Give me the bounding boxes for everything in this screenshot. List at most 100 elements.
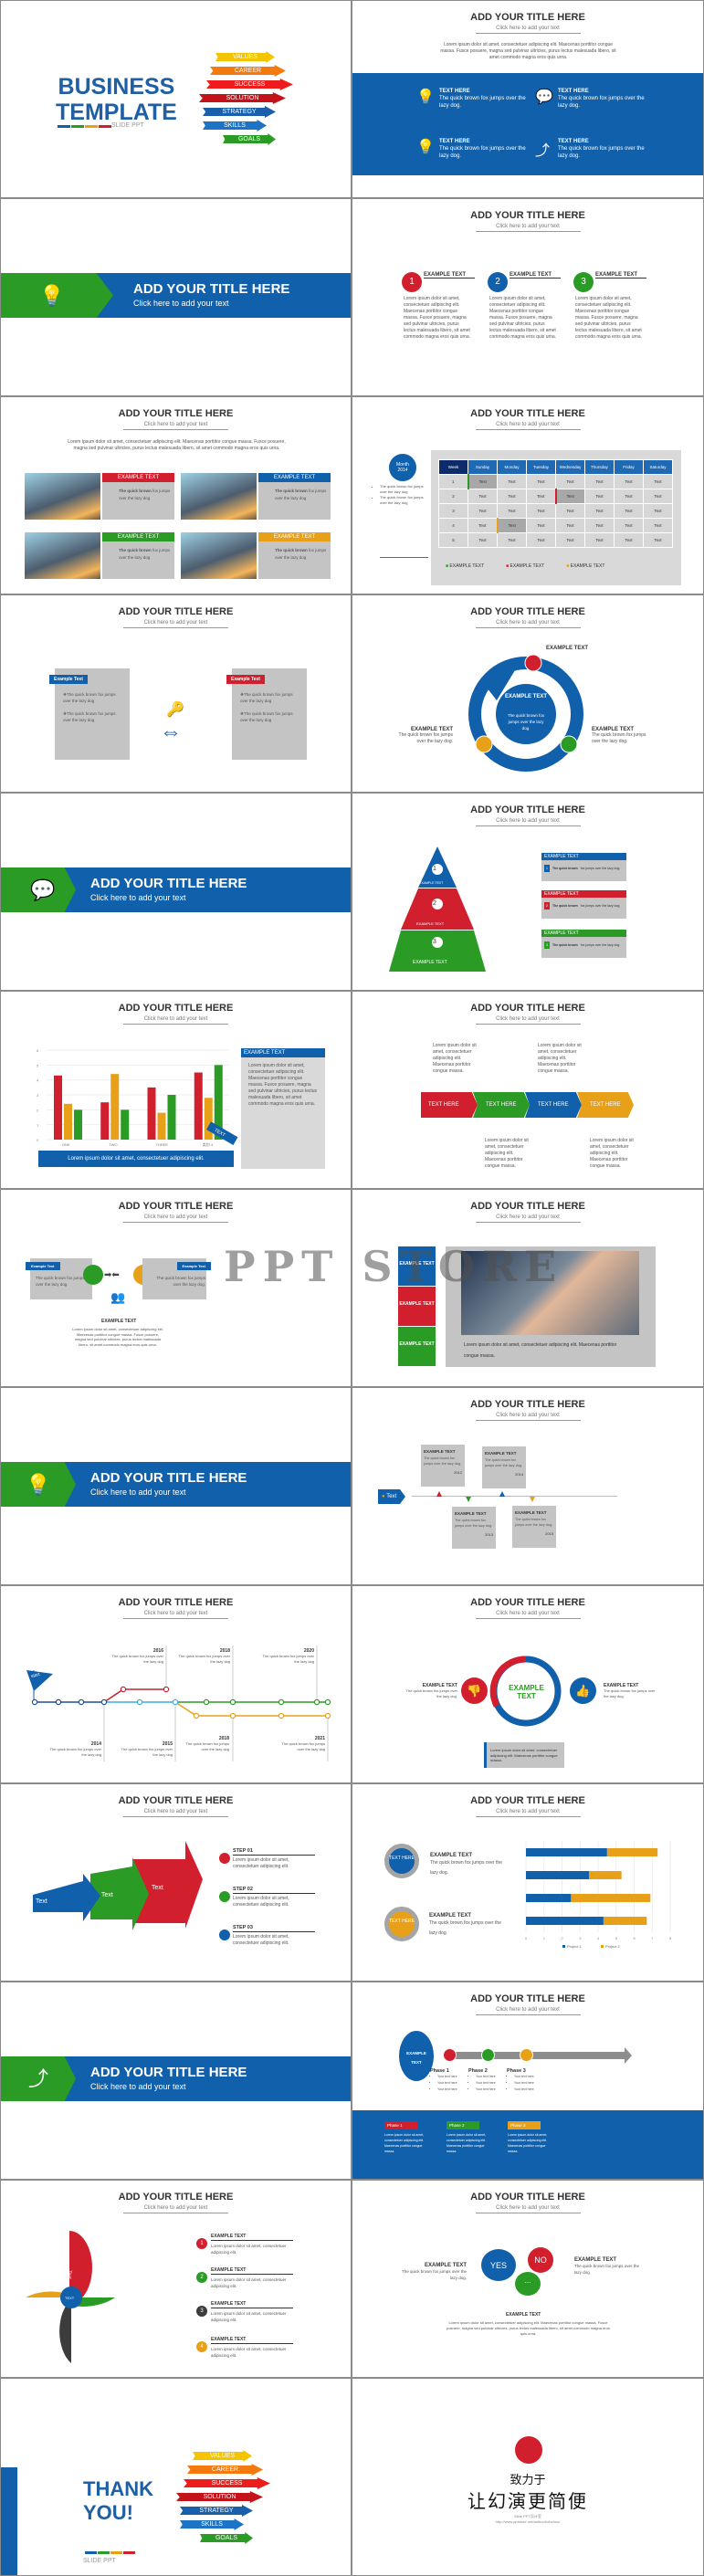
- eiffel-photo: [25, 473, 100, 520]
- month-badge: Month 2014: [389, 454, 416, 481]
- calendar-cell[interactable]: Text: [555, 474, 585, 489]
- calendar-cell[interactable]: Text: [584, 532, 615, 548]
- calendar-cell[interactable]: Text: [526, 532, 556, 548]
- process-chevrons: TEXT HERE TEXT HERE TEXT HERE TEXT HERE: [421, 1092, 636, 1118]
- text-badge-orange: TEXT HERE: [384, 1907, 419, 1941]
- calendar-cell[interactable]: Text: [526, 503, 556, 519]
- slide-pyramid[interactable]: ADD YOUR TITLE HERE Click here to add you…: [352, 793, 704, 991]
- slide-section-3[interactable]: 💡 ADD YOUR TITLE HERE Click here to add yo…: [0, 1387, 352, 1585]
- slide-photo-cards[interactable]: ADD YOUR TITLE HERE Click here to add you…: [0, 396, 352, 594]
- slide-handshake[interactable]: ADD YOUR TITLE HERE Click here to add you…: [352, 1189, 704, 1387]
- slide-thanks[interactable]: THANK YOU! SLIDE PPT VALUES CAREER SUCCES…: [0, 2378, 352, 2576]
- calendar-cell[interactable]: Text: [468, 489, 498, 504]
- calendar-cell[interactable]: Text: [643, 518, 673, 533]
- calendar-cell[interactable]: Text: [497, 503, 527, 519]
- calendar-cell[interactable]: Text: [554, 489, 585, 504]
- calendar-cell[interactable]: Text: [526, 489, 556, 504]
- slide-features[interactable]: ADD YOUR TITLE HERE Click here to add you…: [352, 0, 704, 198]
- calendar-cell[interactable]: Text: [468, 532, 498, 548]
- brand-logo-icon: [515, 2436, 542, 2464]
- vote-note: Lorem ipsum dolor sit amet, consectetuer…: [484, 1742, 564, 1768]
- calendar-cell[interactable]: Text: [468, 503, 498, 519]
- pyramid-label-3: EXAMPLE TEXT: [413, 960, 447, 965]
- slide-header: ADD YOUR TITLE HERE Click here to add you…: [352, 408, 703, 430]
- calendar-cell[interactable]: Text: [497, 532, 527, 548]
- slide-section-4[interactable]: ⤴ ADD YOUR TITLE HERE Click here to add yo…: [0, 1982, 352, 2180]
- calendar-cell[interactable]: Text: [526, 518, 556, 533]
- slide-bubbles[interactable]: ADD YOUR TITLE HERE Click here to add you…: [352, 2180, 704, 2378]
- step-item: STEP 02 Lorem ipsum dolor sit amet, conse…: [233, 1887, 315, 1908]
- calendar-cell[interactable]: Text: [555, 532, 585, 548]
- slide-brand[interactable]: 致力于 让幻演更简便 Slide PPT设计室 http://www.pptst…: [352, 2378, 704, 2576]
- arrow-green-label: Text: [101, 1892, 113, 1898]
- section-band: 💡 ADD YOUR TITLE HERE Click here to add yo…: [1, 1462, 351, 1507]
- calendar-cell[interactable]: Text: [643, 503, 673, 519]
- calendar-cell[interactable]: Text: [497, 489, 527, 504]
- calendar-cell[interactable]: Text: [584, 474, 615, 489]
- stage-2: EXAMPLE TEXT: [398, 1287, 436, 1326]
- calendar-cell[interactable]: Text: [584, 503, 615, 519]
- slide-pinwheel[interactable]: ADD YOUR TITLE HERE Click here to add you…: [0, 2180, 352, 2378]
- slide-vote[interactable]: ADD YOUR TITLE HERE Click here to add you…: [352, 1585, 704, 1783]
- x-tick-label: 7: [651, 1936, 654, 1940]
- calendar-cell[interactable]: Text: [497, 474, 527, 489]
- step-item: STEP 01 Lorem ipsum dolor sit amet, conse…: [233, 1848, 315, 1870]
- slide-steps[interactable]: ADD YOUR TITLE HERE Click here to add you…: [0, 1783, 352, 1982]
- hbar-project-2: [571, 1894, 651, 1902]
- cover-title: BUSINESS TEMPLATE: [56, 74, 177, 125]
- slide-cycle[interactable]: ADD YOUR TITLE HERE Click here to add you…: [352, 594, 704, 793]
- y-tick-label: 0: [37, 1138, 39, 1142]
- eiffel-photo: [25, 532, 100, 579]
- slide-hbar-chart[interactable]: ADD YOUR TITLE HERE Click here to add you…: [352, 1783, 704, 1982]
- slide-header: ADD YOUR TITLE HERE Click here to add you…: [352, 1399, 703, 1421]
- cycle-label-top: EXAMPLE TEXT: [546, 646, 589, 651]
- calendar-cell[interactable]: Text: [643, 474, 673, 489]
- slide-section-2[interactable]: 💬 ADD YOUR TITLE HERE Click here to add yo…: [0, 793, 352, 991]
- calendar-table: Week Sunday Monday Tuesday Wednesday Thursday…: [438, 459, 673, 548]
- stacked-hbar-chart: 0 1 2 3 4 5 6 7 8 Project 1 Project 2: [525, 1841, 672, 1949]
- process-step: TEXT HERE: [577, 1092, 634, 1118]
- section-band: 💬 ADD YOUR TITLE HERE Click here to add yo…: [1, 867, 351, 912]
- calendar-cell[interactable]: Text: [584, 518, 615, 533]
- lightbulb-icon: 💡: [416, 140, 435, 155]
- calendar-cell[interactable]: Text: [467, 474, 498, 489]
- x-tick-label: ONE: [62, 1142, 70, 1147]
- calendar-cell[interactable]: Text: [468, 518, 498, 533]
- slide-numbered[interactable]: ADD YOUR TITLE HERE Click here to add you…: [352, 198, 704, 396]
- calendar-cell[interactable]: Text: [614, 503, 644, 519]
- calendar-cell[interactable]: Text: [643, 532, 673, 548]
- slide-merge[interactable]: ADD YOUR TITLE HERE Click here to add you…: [0, 1189, 352, 1387]
- slide-timeline[interactable]: ADD YOUR TITLE HERE Click here to add you…: [352, 1387, 704, 1585]
- calendar-cell[interactable]: Text: [614, 518, 644, 533]
- slide-bar-chart[interactable]: ADD YOUR TITLE HERE Click here to add you…: [0, 991, 352, 1189]
- chart-footer: Lorem ipsum dolor sit amet, consectetuer…: [38, 1151, 234, 1167]
- metro-label-2018-top: 2018 The quick brown fox jumps over the l…: [178, 1648, 230, 1664]
- slide-metro[interactable]: ADD YOUR TITLE HERE Click here to add you…: [0, 1585, 352, 1783]
- phase-card: Phase 1 Lorem ipsum dolor sit amet, conse…: [384, 2121, 425, 2153]
- calendar-cell[interactable]: Text: [555, 518, 585, 533]
- calendar-cell[interactable]: Text: [614, 532, 644, 548]
- pinwheel-label-red: Text: [66, 2270, 72, 2279]
- slide-process[interactable]: ADD YOUR TITLE HERE Click here to add you…: [352, 991, 704, 1189]
- brand-url[interactable]: http://www.pptstore.net/author/bobzhou/: [352, 2519, 703, 2524]
- calendar-cell[interactable]: Text: [643, 489, 673, 504]
- slide-compare[interactable]: ADD YOUR TITLE HERE Click here to add you…: [0, 594, 352, 793]
- calendar-cell[interactable]: Text: [526, 474, 556, 489]
- calendar-cell[interactable]: Text: [496, 518, 527, 533]
- calendar-cell[interactable]: Text: [584, 489, 615, 504]
- thanks-tag: SLIDE PPT: [83, 2558, 116, 2564]
- slide-phases[interactable]: ADD YOUR TITLE HERE Click here to add you…: [352, 1982, 704, 2180]
- calendar-cell[interactable]: Text: [555, 503, 585, 519]
- slide-cover[interactable]: BUSINESS TEMPLATE SLIDE PPT VALUES CAREER…: [0, 0, 352, 198]
- y-tick-label: 1: [37, 1123, 39, 1128]
- merge-body: Lorem ipsum dolor sit amet, consectetuer…: [72, 1327, 163, 1347]
- slide-calendar[interactable]: ADD YOUR TITLE HERE Click here to add you…: [352, 396, 704, 594]
- pin-number: 2: [196, 2272, 207, 2283]
- process-note-3: Lorem ipsum dolor sit amet, consectetuer…: [485, 1138, 529, 1169]
- calendar-cell[interactable]: Text: [614, 489, 644, 504]
- pin-number: 3: [196, 2306, 207, 2317]
- slide-section-1[interactable]: 💡 ADD YOUR TITLE HERE Click here to add yo…: [0, 198, 352, 396]
- calendar-cell[interactable]: Text: [614, 474, 644, 489]
- step-dot: [219, 1853, 230, 1864]
- bar-series-2: [157, 1112, 166, 1140]
